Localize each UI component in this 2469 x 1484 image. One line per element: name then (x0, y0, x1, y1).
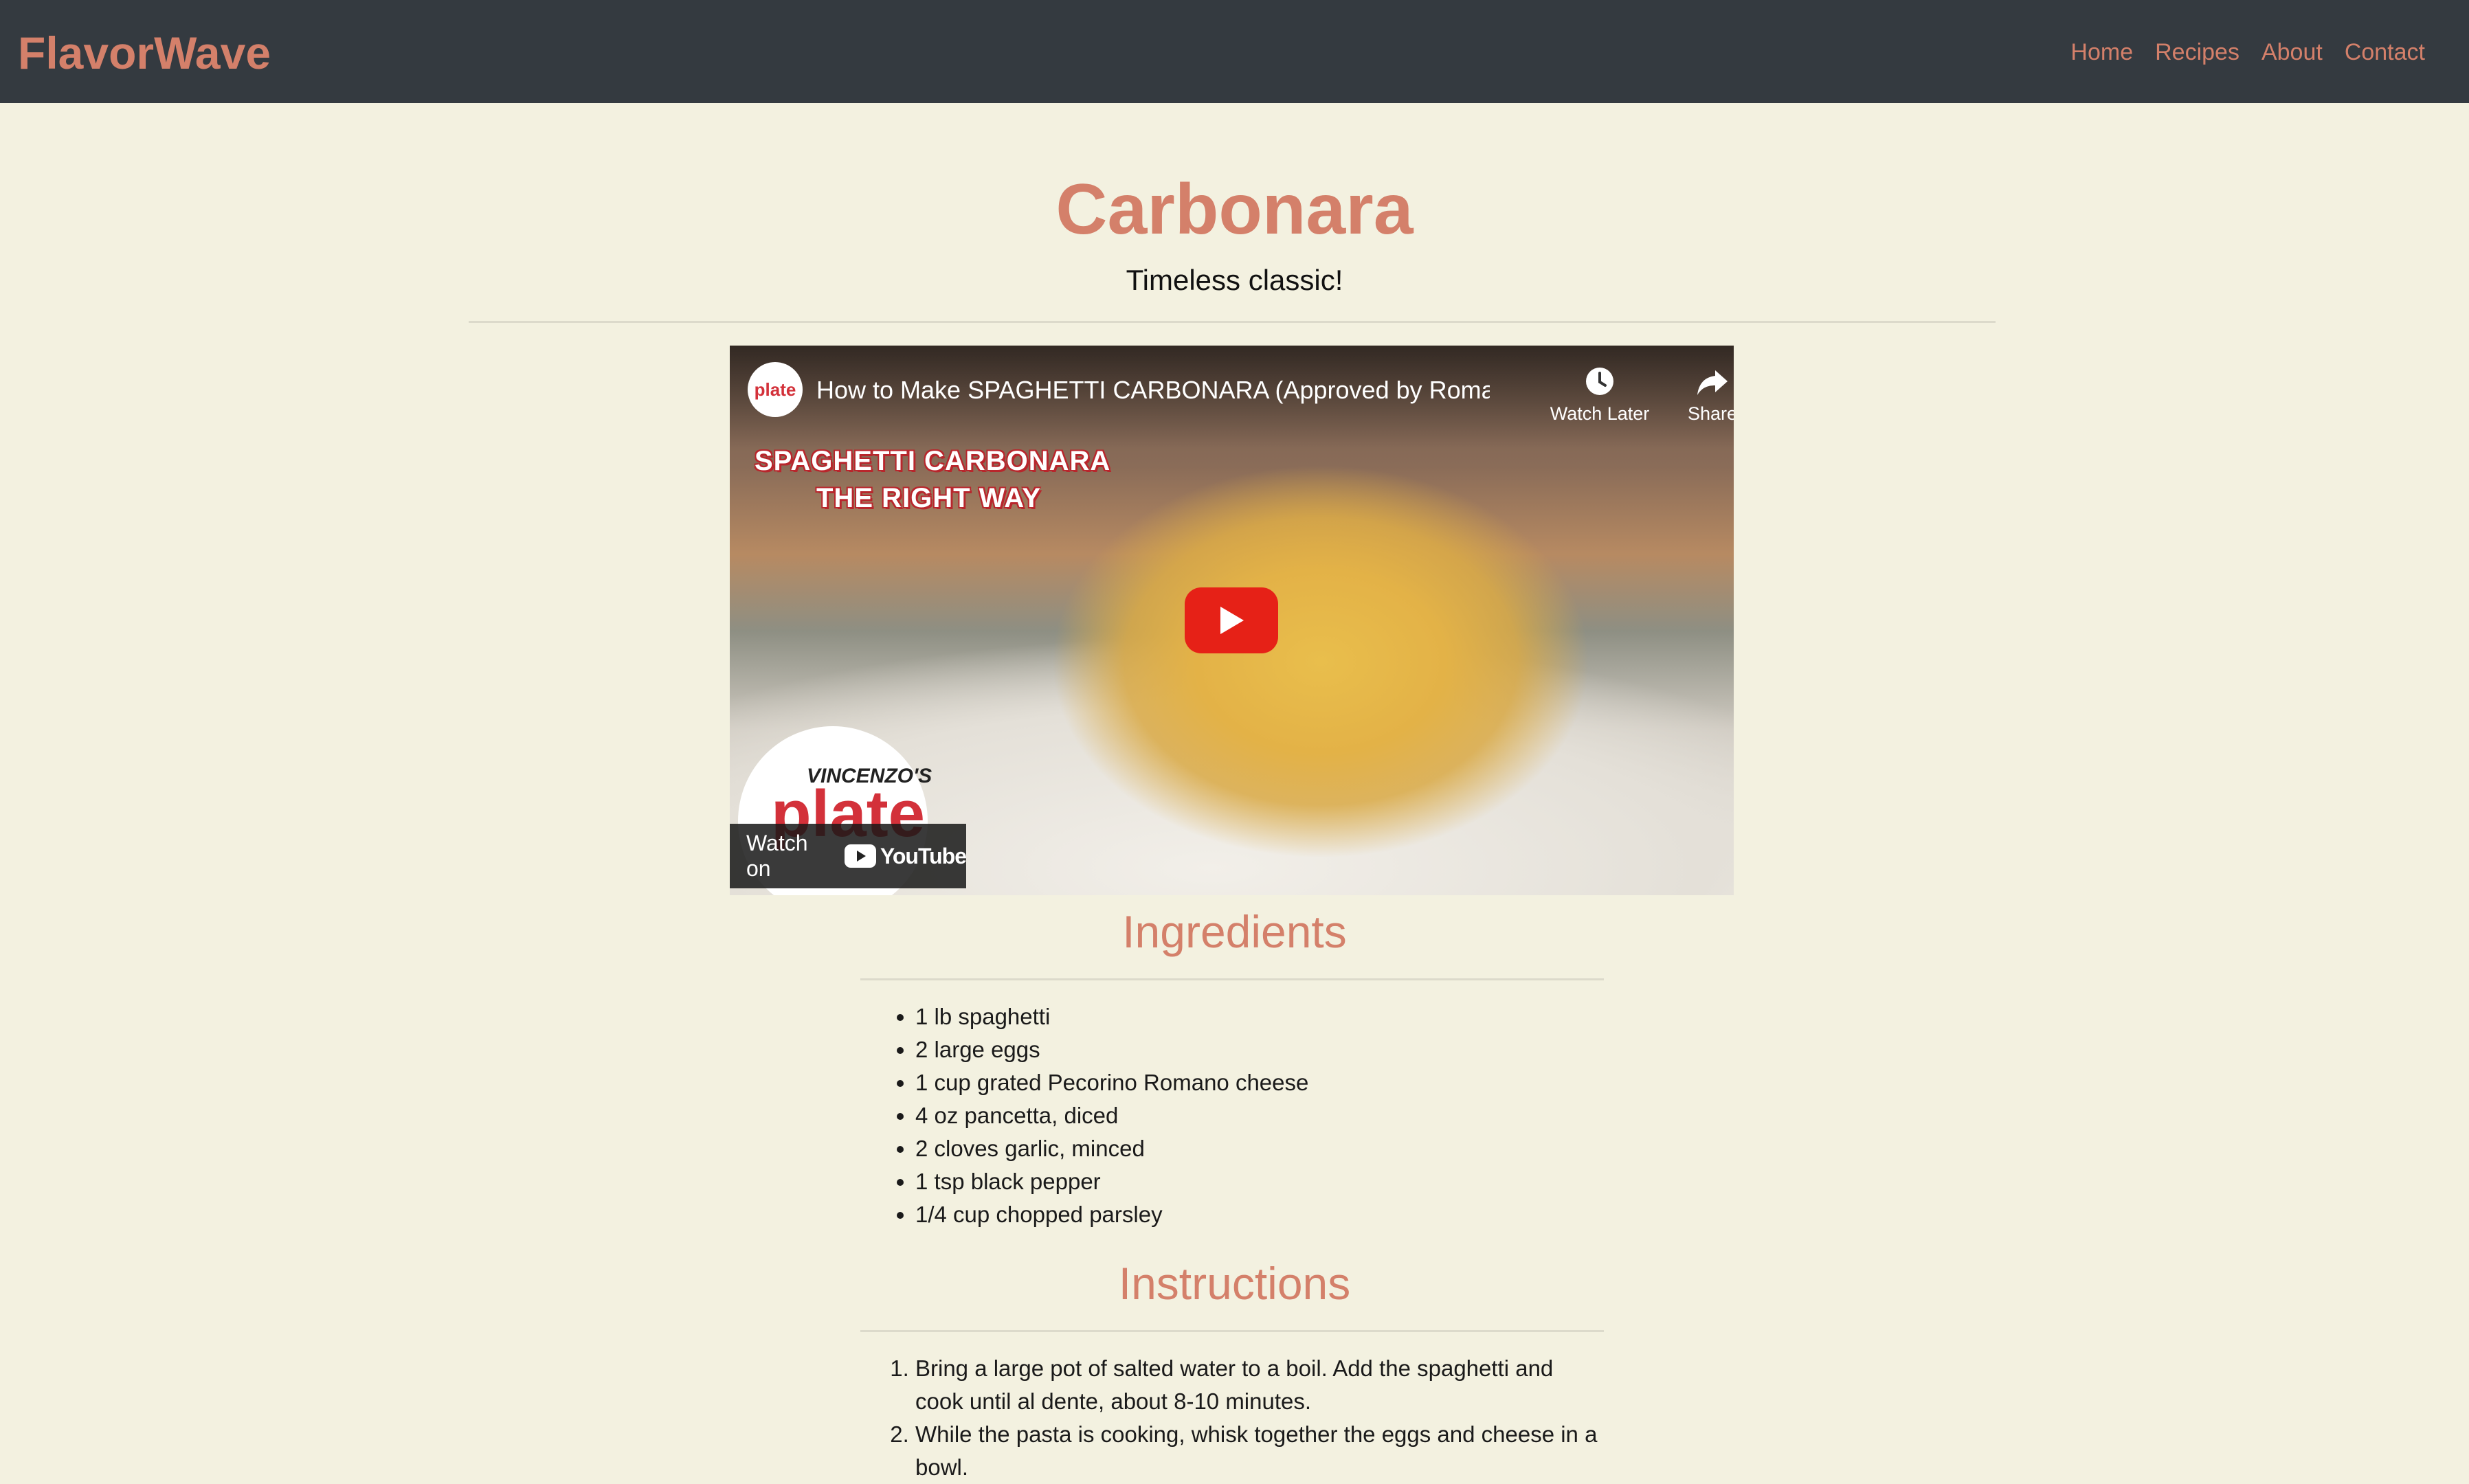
nav-link-contact[interactable]: Contact (2334, 36, 2436, 69)
play-icon (1220, 607, 1244, 634)
share-icon (1657, 361, 1734, 402)
ingredients-divider (860, 978, 1604, 980)
youtube-wordmark: YouTube (880, 843, 967, 868)
nav-link-about[interactable]: About (2250, 36, 2334, 69)
list-item: 2 cloves garlic, minced (915, 1132, 1604, 1165)
ingredients-list: 1 lb spaghetti 2 large eggs 1 cup grated… (860, 1000, 1604, 1231)
channel-avatar-text: plate (754, 379, 796, 400)
header-divider (469, 321, 1996, 323)
recipe-title: Carbonara (1055, 170, 1414, 249)
share-label: Share (1687, 403, 1734, 424)
list-item: Bring a large pot of salted water to a b… (915, 1352, 1604, 1418)
watch-later-label: Watch Later (1550, 403, 1650, 424)
clock-icon (1545, 361, 1655, 402)
list-item: 1/4 cup chopped parsley (915, 1198, 1604, 1231)
navbar: FlavorWave Home Recipes About Contact (0, 0, 2469, 103)
instructions-heading: Instructions (1118, 1258, 1351, 1309)
channel-avatar[interactable]: plate (748, 362, 803, 417)
watch-on-youtube-button[interactable]: Watch on YouTube (730, 824, 967, 888)
ingredients-heading: Ingredients (1122, 906, 1347, 957)
youtube-logo: YouTube (844, 843, 967, 869)
play-button[interactable] (1185, 587, 1278, 653)
list-item: While the pasta is cooking, whisk togeth… (915, 1418, 1604, 1484)
nav-link-home[interactable]: Home (2059, 36, 2144, 69)
list-item: 1 lb spaghetti (915, 1000, 1604, 1033)
list-item: 1 tsp black pepper (915, 1165, 1604, 1198)
watch-on-label: Watch on (746, 831, 808, 881)
share-button[interactable]: Share (1657, 361, 1734, 425)
nav-link-recipes[interactable]: Recipes (2144, 36, 2250, 69)
instructions-divider (860, 1330, 1604, 1332)
nav-links: Home Recipes About Contact (2059, 36, 2436, 69)
thumbnail-text-line2: THE RIGHT WAY (816, 483, 1042, 513)
watch-later-button[interactable]: Watch Later (1545, 361, 1655, 425)
recipe-subtitle: Timeless classic! (1126, 264, 1343, 296)
list-item: 4 oz pancetta, diced (915, 1099, 1604, 1132)
video-embed[interactable]: plate How to Make SPAGHETTI CARBONARA (A… (730, 346, 1734, 895)
thumbnail-text-line1: SPAGHETTI CARBONARA (755, 446, 1111, 476)
brand-logo[interactable]: FlavorWave (18, 26, 271, 80)
youtube-play-icon (844, 844, 876, 868)
instructions-list: Bring a large pot of salted water to a b… (860, 1352, 1604, 1484)
list-item: 1 cup grated Pecorino Romano cheese (915, 1066, 1604, 1099)
video-title[interactable]: How to Make SPAGHETTI CARBONARA (Approve… (816, 373, 1490, 407)
list-item: 2 large eggs (915, 1033, 1604, 1066)
